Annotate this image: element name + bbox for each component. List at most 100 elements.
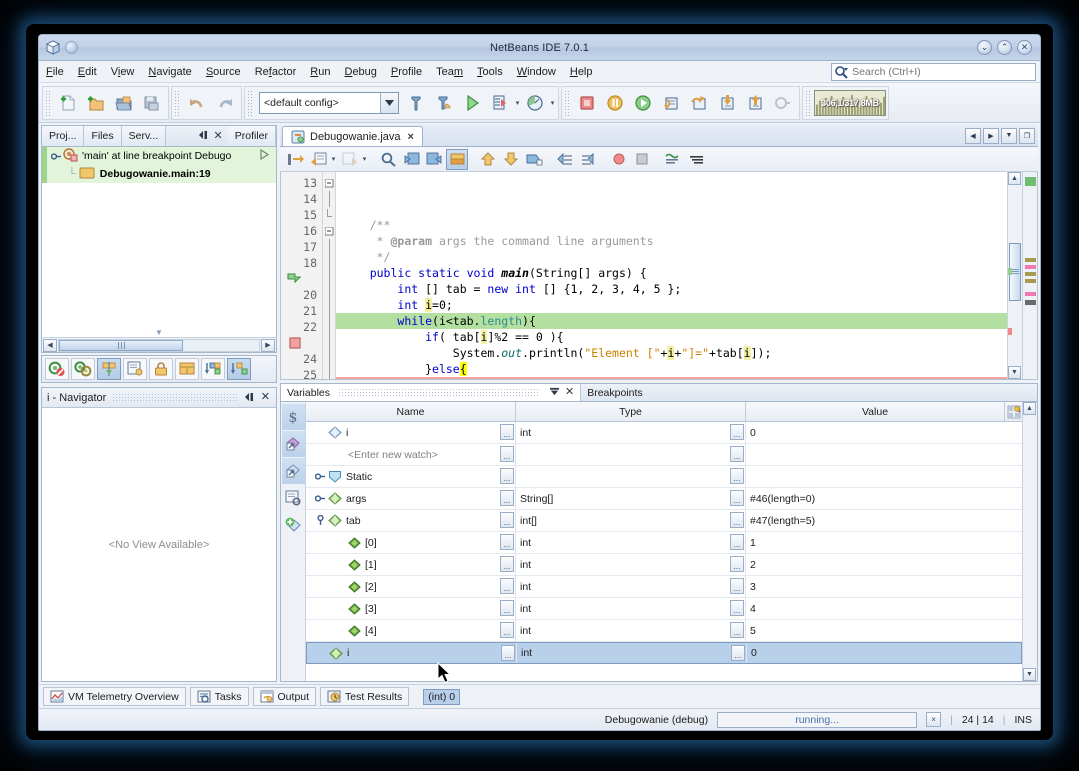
- toolbar-grip[interactable]: [45, 89, 52, 116]
- table-row[interactable]: [0] int... 1...: [306, 532, 1022, 554]
- menu-help[interactable]: Help: [563, 64, 600, 80]
- toolbar-grip[interactable]: [564, 89, 571, 116]
- shift-left-button[interactable]: [554, 149, 576, 170]
- minimize-window-icon[interactable]: [243, 389, 255, 407]
- editor-tab-debugowanie[interactable]: Debugowanie.java ×: [282, 126, 423, 146]
- shift-line-down-button[interactable]: [500, 149, 522, 170]
- cell-value[interactable]: 3...: [730, 576, 1022, 597]
- save-all-button[interactable]: [138, 89, 166, 117]
- code-line[interactable]: public static void main(String[] args) {: [336, 265, 1007, 281]
- search-input[interactable]: [850, 65, 1035, 79]
- value-editor-button[interactable]: ...: [730, 534, 744, 550]
- cell-name[interactable]: [3]: [306, 598, 516, 619]
- finish-session-button[interactable]: [45, 358, 69, 380]
- annotation-mark[interactable]: [1025, 292, 1036, 296]
- type-editor-button[interactable]: ...: [500, 446, 514, 462]
- cell-name[interactable]: i: [306, 422, 516, 443]
- cell-value[interactable]: 2...: [730, 554, 1022, 575]
- toolbar-grip[interactable]: [247, 89, 254, 116]
- tab-breakpoints[interactable]: Breakpoints: [581, 384, 648, 401]
- previous-bookmark-button[interactable]: [400, 149, 422, 170]
- redo-button[interactable]: [211, 89, 239, 117]
- table-row[interactable]: [2] int... 3...: [306, 576, 1022, 598]
- menu-file[interactable]: File: [39, 64, 71, 80]
- scroll-up-button[interactable]: ▲: [1008, 172, 1021, 185]
- annotation-mark[interactable]: [1025, 272, 1036, 276]
- annotation-mark[interactable]: [1025, 279, 1036, 283]
- cell-value[interactable]: 0...: [730, 422, 1022, 443]
- scroll-down-button[interactable]: ▼: [1023, 668, 1036, 681]
- continue-button[interactable]: [629, 89, 657, 117]
- type-editor-button[interactable]: ...: [500, 622, 514, 638]
- table-row[interactable]: i int... 0...: [306, 642, 1022, 664]
- create-variable-button[interactable]: [281, 431, 305, 457]
- table-button[interactable]: [175, 358, 199, 380]
- tree-row[interactable]: 'main' at line breakpoint Debugo: [42, 147, 276, 165]
- new-file-button[interactable]: [54, 89, 82, 117]
- tab-list-button[interactable]: ▼: [1001, 127, 1017, 144]
- menu-run[interactable]: Run: [303, 64, 337, 80]
- open-project-button[interactable]: [110, 89, 138, 117]
- menu-debug[interactable]: Debug: [337, 64, 383, 80]
- cell-type[interactable]: int...: [500, 620, 746, 641]
- cancel-progress-button[interactable]: ×: [926, 712, 942, 727]
- column-header-value[interactable]: Value: [746, 402, 1005, 421]
- menu-team[interactable]: Team: [429, 64, 470, 80]
- config-combo[interactable]: <default config>: [259, 91, 399, 114]
- code-editor-area[interactable]: 13 14 15 16 17 18 20 21 22 24 25 /** * @…: [280, 172, 1038, 380]
- cell-type[interactable]: int[]...: [500, 510, 746, 531]
- drag-dots[interactable]: [112, 393, 237, 402]
- diff-button[interactable]: [662, 149, 684, 170]
- vscroll-track[interactable]: [1023, 415, 1037, 668]
- value-editor-button[interactable]: ...: [730, 490, 744, 506]
- step-out-button[interactable]: [741, 89, 769, 117]
- hscroll-thumb[interactable]: [59, 339, 183, 351]
- step-into-button[interactable]: [713, 89, 741, 117]
- cell-type[interactable]: ...: [500, 466, 746, 487]
- variables-rows[interactable]: i int... 0... <Enter new watch>...... Static…: [306, 422, 1022, 681]
- menu-navigate[interactable]: Navigate: [141, 64, 198, 80]
- minimize-window-icon[interactable]: [549, 387, 560, 399]
- chevron-down-icon[interactable]: ▾: [361, 155, 368, 163]
- last-edit-button[interactable]: [284, 149, 306, 170]
- code-text[interactable]: /** * @param args the command line argum…: [336, 172, 1007, 379]
- button-output[interactable]: Output: [252, 687, 317, 706]
- cell-type[interactable]: int...: [500, 598, 746, 619]
- collapse-handle[interactable]: ▼: [42, 329, 276, 337]
- button-test-results[interactable]: Test Results: [320, 687, 410, 706]
- toggle-breakpoint-button[interactable]: [608, 149, 630, 170]
- cell-name[interactable]: i: [307, 643, 517, 663]
- value-editor-button[interactable]: ...: [730, 578, 744, 594]
- tab-projects[interactable]: Proj...: [42, 126, 85, 146]
- table-row[interactable]: args String[]... #46(length=0)...: [306, 488, 1022, 510]
- lock-button[interactable]: [149, 358, 173, 380]
- cell-type[interactable]: int...: [500, 532, 746, 553]
- resume-session-icon[interactable]: [259, 148, 276, 163]
- back-button[interactable]: [307, 149, 329, 170]
- type-editor-button[interactable]: ...: [500, 578, 514, 594]
- new-project-button[interactable]: [82, 89, 110, 117]
- code-fold-column[interactable]: [323, 172, 336, 379]
- memory-meter[interactable]: 306,1/317,8MB: [814, 89, 886, 116]
- cell-value[interactable]: ...: [730, 444, 1022, 465]
- expander-icon[interactable]: [50, 151, 63, 162]
- new-watch-button[interactable]: [282, 512, 305, 538]
- value-editor-button[interactable]: ...: [730, 622, 744, 638]
- type-editor-button[interactable]: ...: [500, 556, 514, 572]
- inspect-button[interactable]: [685, 149, 707, 170]
- expander-icon[interactable]: [312, 493, 328, 504]
- expander-icon[interactable]: [312, 471, 328, 482]
- next-bookmark-button[interactable]: [423, 149, 445, 170]
- step-over-button[interactable]: [201, 358, 225, 380]
- menu-tools[interactable]: Tools: [470, 64, 510, 80]
- close-icon[interactable]: ✕: [261, 392, 270, 403]
- cell-name[interactable]: args: [306, 488, 516, 509]
- code-line[interactable]: */: [336, 249, 1007, 265]
- clean-build-button[interactable]: [430, 89, 458, 117]
- tab-profiler[interactable]: Profiler: [227, 126, 276, 146]
- debug-tree-hscrollbar[interactable]: ◀ ▶: [42, 337, 276, 352]
- cell-value[interactable]: 4...: [730, 598, 1022, 619]
- menu-source[interactable]: Source: [199, 64, 248, 80]
- expander-icon[interactable]: [312, 515, 328, 526]
- scroll-left-button[interactable]: ◀: [43, 338, 57, 352]
